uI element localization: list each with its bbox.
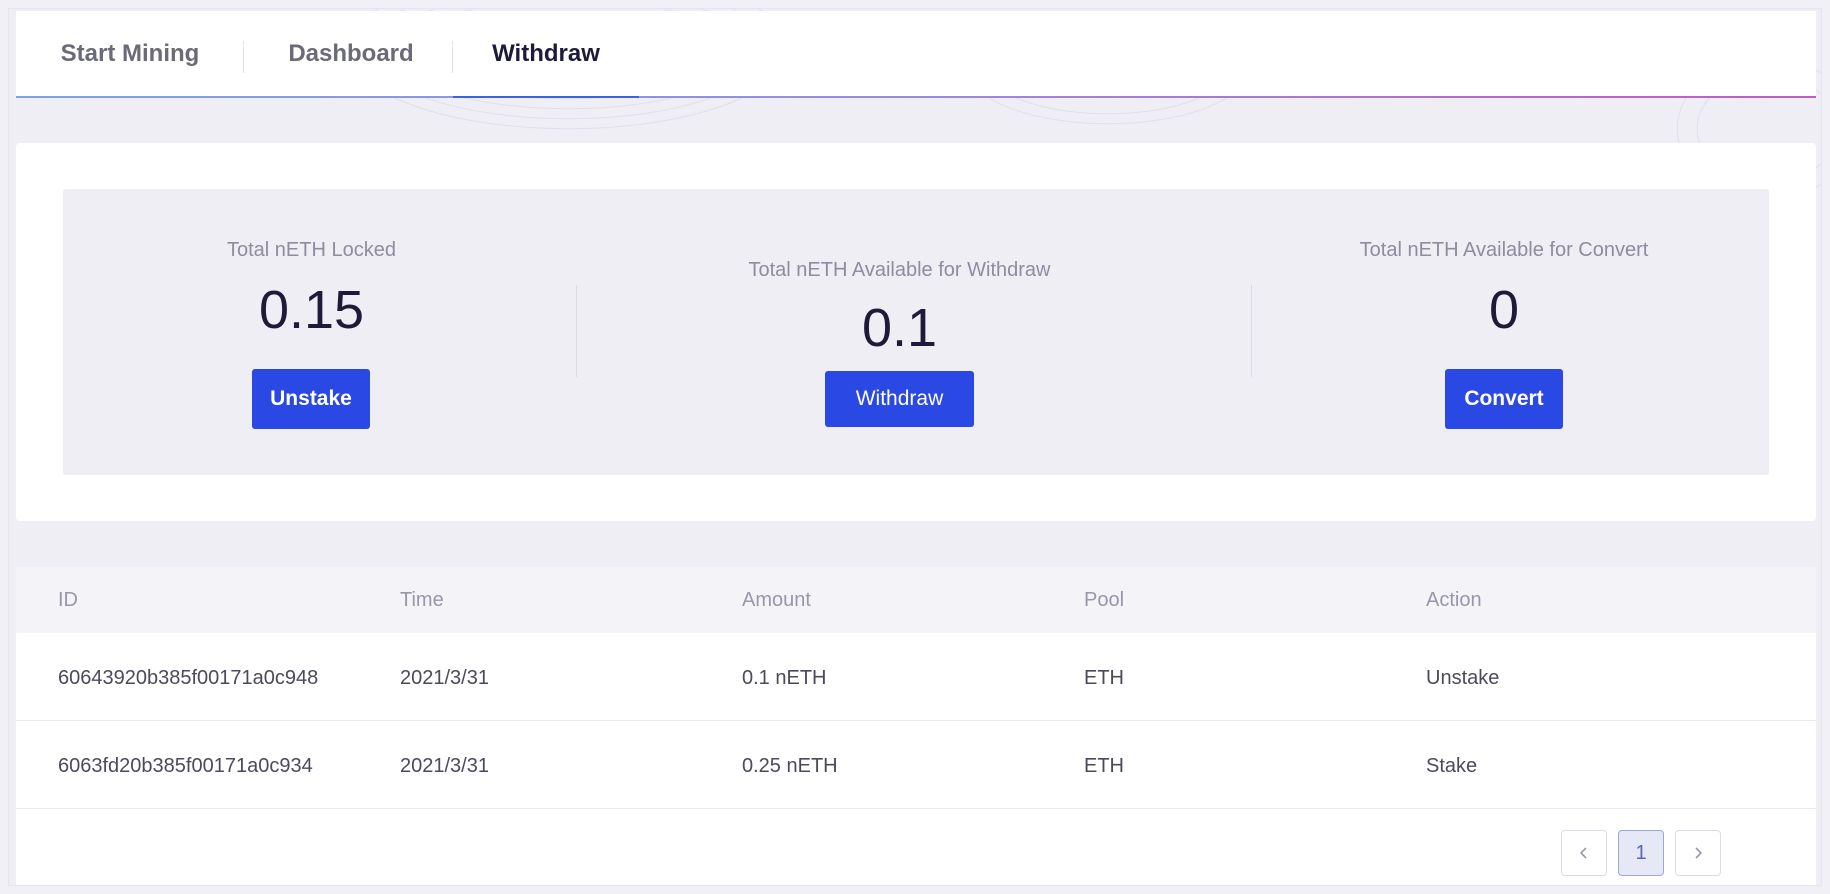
convert-button[interactable]: Convert	[1445, 369, 1563, 429]
unstake-button[interactable]: Unstake	[252, 369, 370, 429]
stat-withdraw: Total nETH Available for Withdraw 0.1 Wi…	[560, 189, 1239, 475]
page-button-current[interactable]: 1	[1618, 830, 1664, 876]
stat-label: Total nETH Locked	[227, 239, 396, 261]
column-header-time: Time	[400, 589, 444, 611]
tab-label: Withdraw	[492, 39, 600, 67]
stat-value: 0.15	[258, 280, 365, 340]
cell-pool: ETH	[1084, 755, 1124, 777]
cell-time: 2021/3/31	[400, 667, 489, 689]
tab-dashboard[interactable]: Dashboard	[276, 11, 426, 96]
withdraw-button[interactable]: Withdraw	[825, 371, 974, 427]
stat-label: Total nETH Available for Withdraw	[748, 259, 1051, 281]
stat-convert: Total nETH Available for Convert 0 Conve…	[1239, 189, 1769, 475]
tab-bar: Start Mining Dashboard Withdraw	[16, 11, 1816, 98]
tab-divider	[243, 41, 244, 73]
cell-action: Stake	[1426, 755, 1478, 777]
column-header-pool: Pool	[1084, 589, 1125, 611]
tab-withdraw[interactable]: Withdraw	[453, 11, 639, 98]
stat-value: 0	[1488, 280, 1520, 340]
summary-panel: Total nETH Locked 0.15 Unstake Total nET…	[63, 189, 1769, 475]
chevron-right-icon	[1695, 847, 1703, 859]
summary-card: Total nETH Locked 0.15 Unstake Total nET…	[16, 143, 1816, 521]
cell-action: Unstake	[1426, 667, 1500, 689]
table-header: ID Time Amount Pool Action	[16, 567, 1816, 633]
history-table: ID Time Amount Pool Action 60643920b385f…	[16, 567, 1816, 885]
cell-pool: ETH	[1084, 667, 1124, 689]
cell-time: 2021/3/31	[400, 755, 489, 777]
column-header-amount: Amount	[742, 589, 811, 611]
cell-amount: 0.25 nETH	[742, 755, 838, 777]
app-frame: Start Mining Dashboard Withdraw Total nE…	[8, 8, 1822, 886]
table-row: 6063fd20b385f00171a0c934 2021/3/31 0.25 …	[16, 721, 1816, 809]
chevron-left-icon	[1579, 847, 1587, 859]
next-page-button[interactable]	[1675, 830, 1721, 876]
tab-start-mining[interactable]: Start Mining	[50, 11, 210, 96]
cell-id: 60643920b385f00171a0c948	[58, 667, 319, 689]
page-number: 1	[1635, 841, 1647, 864]
table-row: 60643920b385f00171a0c948 2021/3/31 0.1 n…	[16, 633, 1816, 721]
stat-label: Total nETH Available for Convert	[1359, 239, 1649, 261]
tab-label: Start Mining	[60, 39, 200, 67]
column-header-action: Action	[1426, 589, 1482, 611]
cell-amount: 0.1 nETH	[742, 667, 827, 689]
tab-label: Dashboard	[288, 39, 414, 67]
previous-page-button[interactable]	[1561, 830, 1607, 876]
stat-value: 0.1	[861, 298, 938, 358]
stat-locked: Total nETH Locked 0.15 Unstake	[63, 189, 560, 475]
column-header-id: ID	[58, 589, 78, 611]
cell-id: 6063fd20b385f00171a0c934	[58, 755, 313, 777]
